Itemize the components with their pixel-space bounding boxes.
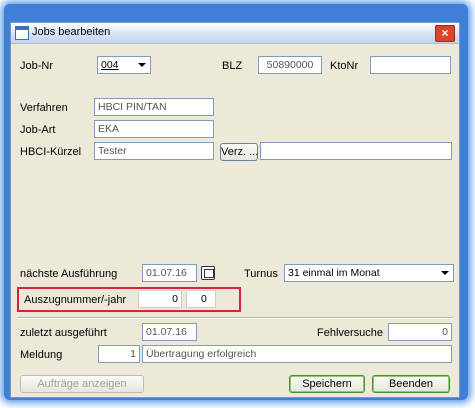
separator	[17, 317, 453, 319]
zuletzt-ausgefuehrt-label: zuletzt ausgeführt	[20, 327, 107, 339]
ktonr-label: KtoNr	[330, 60, 359, 72]
chevron-down-icon	[441, 271, 449, 275]
window-title: Jobs bearbeiten	[32, 26, 111, 38]
auszugnummer-field[interactable]: 0	[138, 290, 182, 308]
naechste-ausfuehrung-label: nächste Ausführung	[20, 268, 118, 280]
job-art-label: Job-Art	[20, 124, 56, 136]
verfahren-label: Verfahren	[20, 102, 68, 114]
close-icon[interactable]: ×	[435, 25, 455, 42]
fehlversuche-field[interactable]: 0	[388, 323, 452, 341]
speichern-button[interactable]: Speichern	[289, 375, 365, 393]
auftraege-anzeigen-button[interactable]: Aufträge anzeigen	[20, 375, 144, 393]
auszugnummer-label: Auszugnummer/-jahr	[24, 294, 127, 306]
fehlversuche-label: Fehlversuche	[317, 327, 384, 339]
job-nr-label: Job-Nr	[20, 60, 54, 72]
turnus-label: Turnus	[244, 268, 278, 280]
verfahren-field[interactable]: HBCI PIN/TAN	[94, 98, 214, 116]
blz-label: BLZ	[222, 60, 243, 72]
zuletzt-ausgefuehrt-field[interactable]: 01.07.16	[142, 323, 197, 341]
turnus-select[interactable]: 31 einmal im Monat	[284, 264, 454, 282]
job-nr-value: 004	[101, 59, 119, 71]
jobs-dialog: Jobs bearbeiten × Job-Nr 004 BLZ 5089000…	[10, 22, 460, 398]
meldung-nr-field[interactable]: 1	[98, 345, 140, 363]
hbci-kuerzel-label: HBCI-Kürzel	[20, 146, 82, 158]
meldung-label: Meldung	[20, 349, 63, 361]
calendar-icon[interactable]	[201, 266, 215, 280]
blz-field[interactable]: 50890000	[258, 56, 322, 74]
chevron-down-icon	[138, 63, 146, 67]
turnus-value: 31 einmal im Monat	[288, 267, 380, 279]
window-icon	[15, 26, 29, 40]
auszugjahr-field[interactable]: 0	[186, 290, 216, 308]
title-bar[interactable]: Jobs bearbeiten ×	[11, 23, 459, 44]
hbci-kuerzel-field[interactable]: Tester	[94, 142, 214, 160]
job-art-field[interactable]: EKA	[94, 120, 214, 138]
hbci-extra-field[interactable]	[260, 142, 452, 160]
verz-button[interactable]: Verz. ...	[220, 143, 258, 161]
beenden-button[interactable]: Beenden	[372, 375, 450, 393]
job-nr-select[interactable]: 004	[97, 56, 151, 74]
ktonr-field[interactable]	[370, 56, 451, 74]
meldung-text-field[interactable]: Übertragung erfolgreich	[142, 345, 452, 363]
naechste-ausfuehrung-field[interactable]: 01.07.16	[142, 264, 197, 282]
